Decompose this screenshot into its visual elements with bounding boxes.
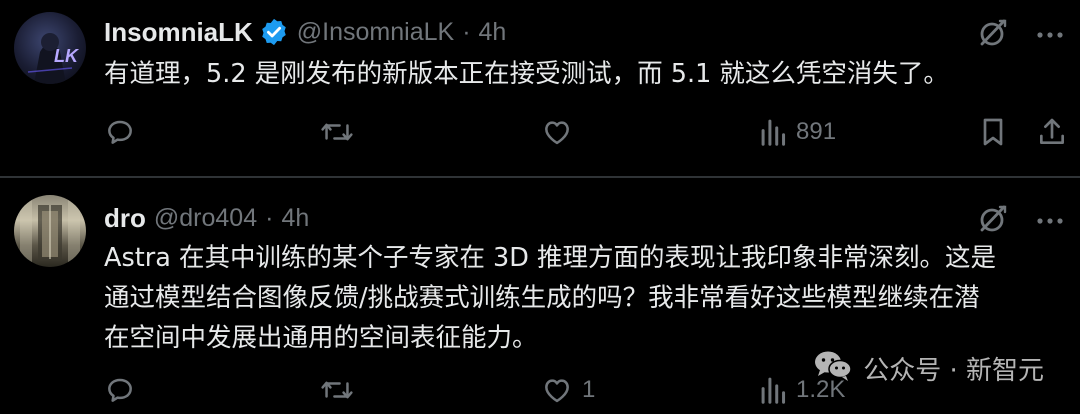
separator-dot: · bbox=[462, 17, 471, 46]
reply-button[interactable] bbox=[104, 112, 144, 152]
avatar[interactable] bbox=[14, 195, 86, 267]
reply-button[interactable] bbox=[104, 370, 144, 410]
watermark-text: 公众号 · 新智元 bbox=[863, 356, 1044, 386]
separator-dot: · bbox=[265, 203, 274, 232]
tweet-top-actions bbox=[976, 16, 1064, 55]
more-icon[interactable] bbox=[1036, 213, 1064, 231]
tweet[interactable]: dro @dro404 · 4h Astra 在其中训练的某个子专家在 3D 推… bbox=[0, 178, 1080, 414]
more-icon[interactable] bbox=[1036, 27, 1064, 45]
user-handle[interactable]: @InsomniaLK bbox=[297, 18, 454, 47]
tweet-top-actions bbox=[976, 202, 1064, 241]
wechat-icon bbox=[813, 348, 853, 389]
share-icon bbox=[1036, 116, 1068, 148]
bookmark-icon bbox=[978, 116, 1008, 148]
display-name[interactable]: InsomniaLK bbox=[104, 17, 253, 48]
tweet-text-line: Astra 在其中训练的某个子专家在 3D 推理方面的表现让我印象非常深刻。这是 bbox=[104, 243, 997, 273]
tweet-text: Astra 在其中训练的某个子专家在 3D 推理方面的表现让我印象非常深刻。这是… bbox=[104, 238, 1064, 358]
views-count: 891 bbox=[796, 118, 837, 145]
avatar[interactable]: LK bbox=[14, 12, 86, 84]
share-button[interactable] bbox=[1036, 112, 1068, 152]
timestamp[interactable]: 4h bbox=[281, 204, 309, 233]
bookmark-button[interactable] bbox=[978, 112, 1008, 152]
verified-badge-icon bbox=[259, 17, 289, 47]
tweet-text: 有道理，5.2 是刚发布的新版本正在接受测试，而 5.1 就这么凭空消失了。 bbox=[104, 59, 949, 89]
repost-icon bbox=[320, 374, 354, 406]
repost-icon bbox=[320, 116, 354, 148]
tweet-text-line: 通过模型结合图像反馈/挑战赛式训练生成的吗？我非常看好这些模型继续在潜 bbox=[104, 283, 980, 313]
tweet-action-bar: 891 bbox=[104, 112, 1070, 152]
like-icon bbox=[540, 116, 574, 148]
tweet-header: dro @dro404 · 4h bbox=[104, 198, 309, 238]
views-icon bbox=[760, 117, 788, 147]
views-button[interactable]: 891 bbox=[760, 112, 836, 152]
views-icon bbox=[760, 375, 788, 405]
avatar-logo: LK bbox=[54, 46, 80, 66]
grok-icon[interactable] bbox=[976, 16, 1010, 55]
grok-icon[interactable] bbox=[976, 202, 1010, 241]
repost-button[interactable] bbox=[320, 112, 362, 152]
like-count: 1 bbox=[582, 376, 596, 403]
tweet[interactable]: LK InsomniaLK @InsomniaLK · 4h 有道理，5.2 是… bbox=[0, 0, 1080, 176]
like-icon bbox=[540, 374, 574, 406]
user-handle[interactable]: @dro404 bbox=[154, 204, 257, 233]
display-name[interactable]: dro bbox=[104, 203, 146, 234]
reply-icon bbox=[104, 374, 136, 406]
like-button[interactable] bbox=[540, 112, 582, 152]
watermark: 公众号 · 新智元 bbox=[813, 348, 1044, 389]
repost-button[interactable] bbox=[320, 370, 362, 410]
tweet-header: InsomniaLK @InsomniaLK · 4h bbox=[104, 12, 506, 52]
timestamp[interactable]: 4h bbox=[479, 18, 507, 47]
reply-icon bbox=[104, 116, 136, 148]
like-button[interactable]: 1 bbox=[540, 370, 595, 410]
